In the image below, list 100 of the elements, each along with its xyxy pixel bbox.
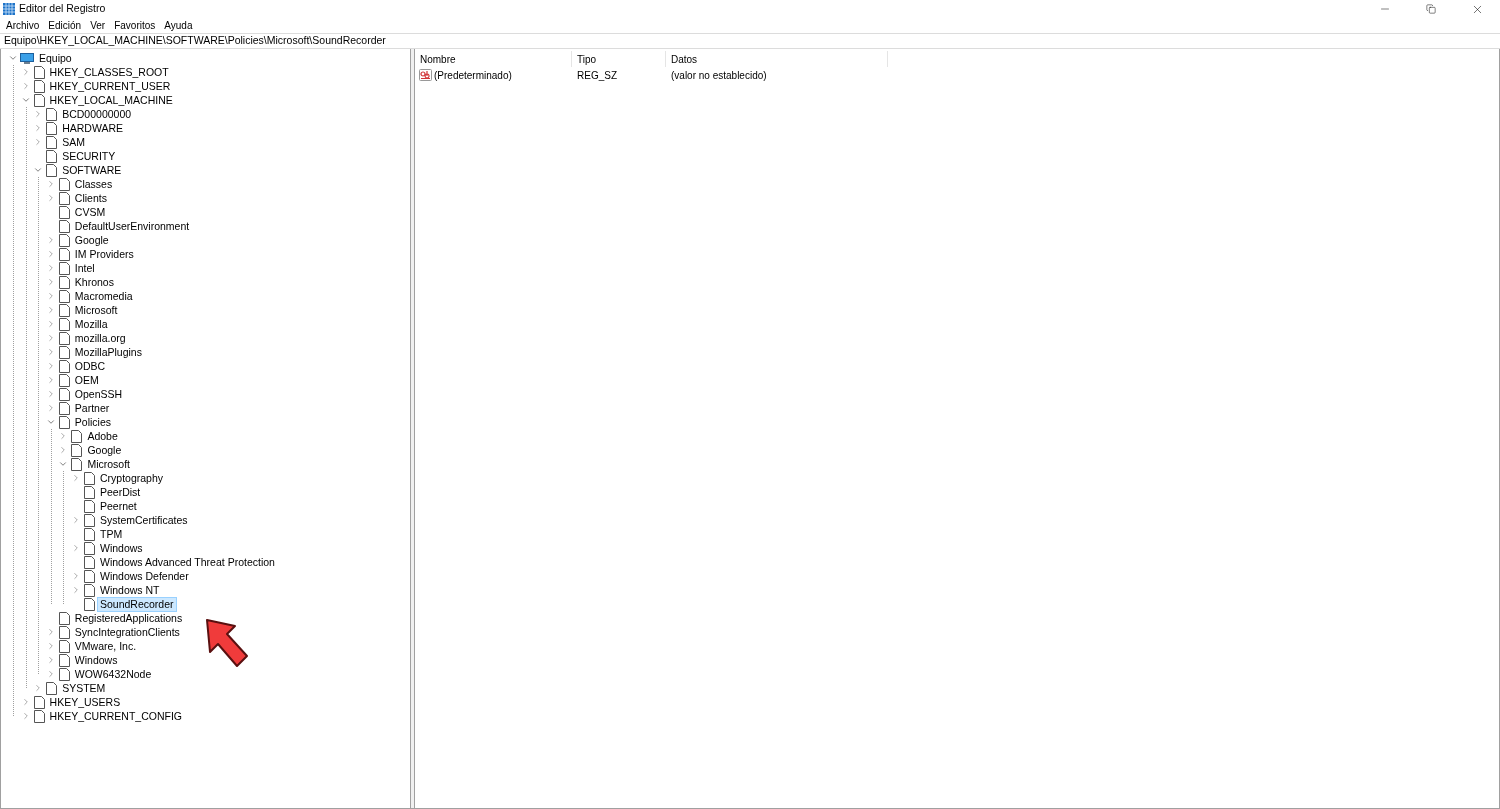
collapse-chevron-icon[interactable] (58, 459, 69, 469)
folder-icon (84, 541, 95, 555)
folder-icon (58, 639, 70, 653)
expand-chevron-icon[interactable] (71, 515, 81, 525)
tree-item[interactable]: Microsoft (71, 302, 121, 318)
tree-item[interactable]: IM Providers (71, 246, 137, 262)
string-value-icon (419, 69, 432, 81)
address-bar[interactable]: Equipo\HKEY_LOCAL_MACHINE\SOFTWARE\Policies\Microsoft\SoundRecorder (0, 33, 1500, 49)
tree-item[interactable]: WOW6432Node (71, 666, 155, 682)
tree-item[interactable]: HARDWARE (59, 120, 127, 136)
tree-item[interactable]: Policies (71, 414, 114, 430)
tree-item[interactable]: Cryptography (97, 470, 167, 486)
tree-item[interactable]: Equipo (36, 50, 75, 66)
tree-item[interactable]: Google (71, 232, 112, 248)
folder-icon (58, 387, 70, 401)
tree-item[interactable]: DefaultUserEnvironment (71, 218, 193, 234)
tree-item[interactable]: SAM (59, 134, 88, 150)
tree-item[interactable]: Windows NT (97, 582, 163, 598)
folder-icon (33, 65, 45, 79)
tree-item[interactable]: Macromedia (71, 288, 136, 304)
folder-icon (84, 471, 95, 485)
collapse-chevron-icon[interactable] (20, 95, 31, 105)
menu-item[interactable]: Edición (44, 19, 86, 32)
tree-item[interactable]: Windows Defender (97, 568, 192, 584)
folder-icon (58, 401, 70, 415)
tree-item[interactable]: MozillaPlugins (71, 344, 145, 360)
menu-item[interactable]: Ayuda (160, 19, 197, 32)
folder-icon (71, 429, 83, 443)
tree-item[interactable]: Adobe (84, 428, 121, 444)
tree-item[interactable]: OEM (71, 372, 102, 388)
tree-item[interactable]: Khronos (71, 274, 117, 290)
value-type: REG_SZ (576, 68, 618, 83)
tree-item[interactable]: CVSM (71, 204, 109, 220)
folder-icon (46, 681, 58, 695)
folder-icon (84, 527, 95, 541)
collapse-chevron-icon[interactable] (33, 165, 44, 175)
menu-item[interactable]: Favoritos (110, 19, 160, 32)
value-data: (valor no establecido) (670, 68, 768, 83)
tree-item[interactable]: Google (84, 442, 125, 458)
folder-icon (33, 79, 45, 93)
folder-icon (58, 667, 70, 681)
value-name: (Predeterminado) (434, 68, 512, 83)
tree-item[interactable]: HKEY_CURRENT_CONFIG (46, 708, 186, 724)
tree-item[interactable]: Microsoft (84, 456, 133, 472)
folder-icon (84, 597, 95, 611)
folder-icon (58, 331, 70, 345)
collapse-chevron-icon[interactable] (8, 53, 18, 63)
expand-chevron-icon[interactable] (71, 571, 81, 581)
registry-app-icon (3, 3, 15, 15)
folder-icon (58, 205, 70, 219)
folder-icon (58, 625, 70, 639)
column-header[interactable]: Tipo (572, 51, 666, 67)
folder-icon (58, 653, 70, 667)
tree-item[interactable]: BCD00000000 (59, 106, 135, 122)
tree-item[interactable]: RegisteredApplications (71, 610, 186, 626)
tree-item[interactable]: mozilla.org (71, 330, 129, 346)
tree-item[interactable]: HKEY_CURRENT_USER (46, 78, 174, 94)
tree-item[interactable]: SECURITY (59, 148, 119, 164)
folder-icon (84, 569, 95, 583)
tree-item[interactable]: PeerDist (97, 484, 144, 500)
folder-icon (58, 317, 70, 331)
tree-item[interactable]: SyncIntegrationClients (71, 624, 183, 640)
tree-item[interactable]: Clients (71, 190, 110, 206)
tree-item[interactable]: VMware, Inc. (71, 638, 140, 654)
menu-item[interactable]: Ver (86, 19, 110, 32)
folder-icon (46, 107, 58, 121)
tree-item[interactable]: ODBC (71, 358, 109, 374)
tree-item[interactable]: HKEY_CLASSES_ROOT (46, 64, 172, 80)
folder-icon (58, 303, 70, 317)
tree-item[interactable]: Windows Advanced Threat Protection (97, 554, 278, 570)
tree-item[interactable]: SoundRecorder (97, 596, 177, 612)
menu-item[interactable]: Archivo (2, 19, 44, 32)
folder-icon (58, 247, 70, 261)
folder-icon (33, 93, 45, 107)
tree-item[interactable]: Intel (71, 260, 98, 276)
tree-item[interactable]: Classes (71, 176, 116, 192)
tree-item[interactable]: SYSTEM (59, 680, 109, 696)
tree-item[interactable]: Windows (97, 540, 146, 556)
tree-item[interactable]: Peernet (97, 498, 140, 514)
folder-icon (58, 373, 70, 387)
folder-icon (46, 163, 58, 177)
expand-chevron-icon[interactable] (71, 543, 81, 553)
tree-item[interactable]: TPM (97, 526, 126, 542)
pointer-arrow (205, 618, 249, 670)
tree-item[interactable]: HKEY_USERS (46, 694, 124, 710)
tree-item[interactable]: Partner (71, 400, 113, 416)
tree-item[interactable]: SOFTWARE (59, 162, 125, 178)
tree-item[interactable]: SystemCertificates (97, 512, 191, 528)
collapse-chevron-icon[interactable] (45, 417, 56, 427)
folder-icon (71, 443, 83, 457)
tree-item[interactable]: Mozilla (71, 316, 111, 332)
folder-icon (58, 275, 70, 289)
tree-item[interactable]: HKEY_LOCAL_MACHINE (46, 92, 176, 108)
folder-icon (84, 499, 95, 513)
column-header[interactable]: Nombre (415, 51, 572, 67)
tree-item[interactable]: OpenSSH (71, 386, 126, 402)
column-header[interactable]: Datos (666, 51, 888, 67)
expand-chevron-icon[interactable] (71, 585, 81, 595)
expand-chevron-icon[interactable] (71, 473, 81, 483)
tree-item[interactable]: Windows (71, 652, 121, 668)
